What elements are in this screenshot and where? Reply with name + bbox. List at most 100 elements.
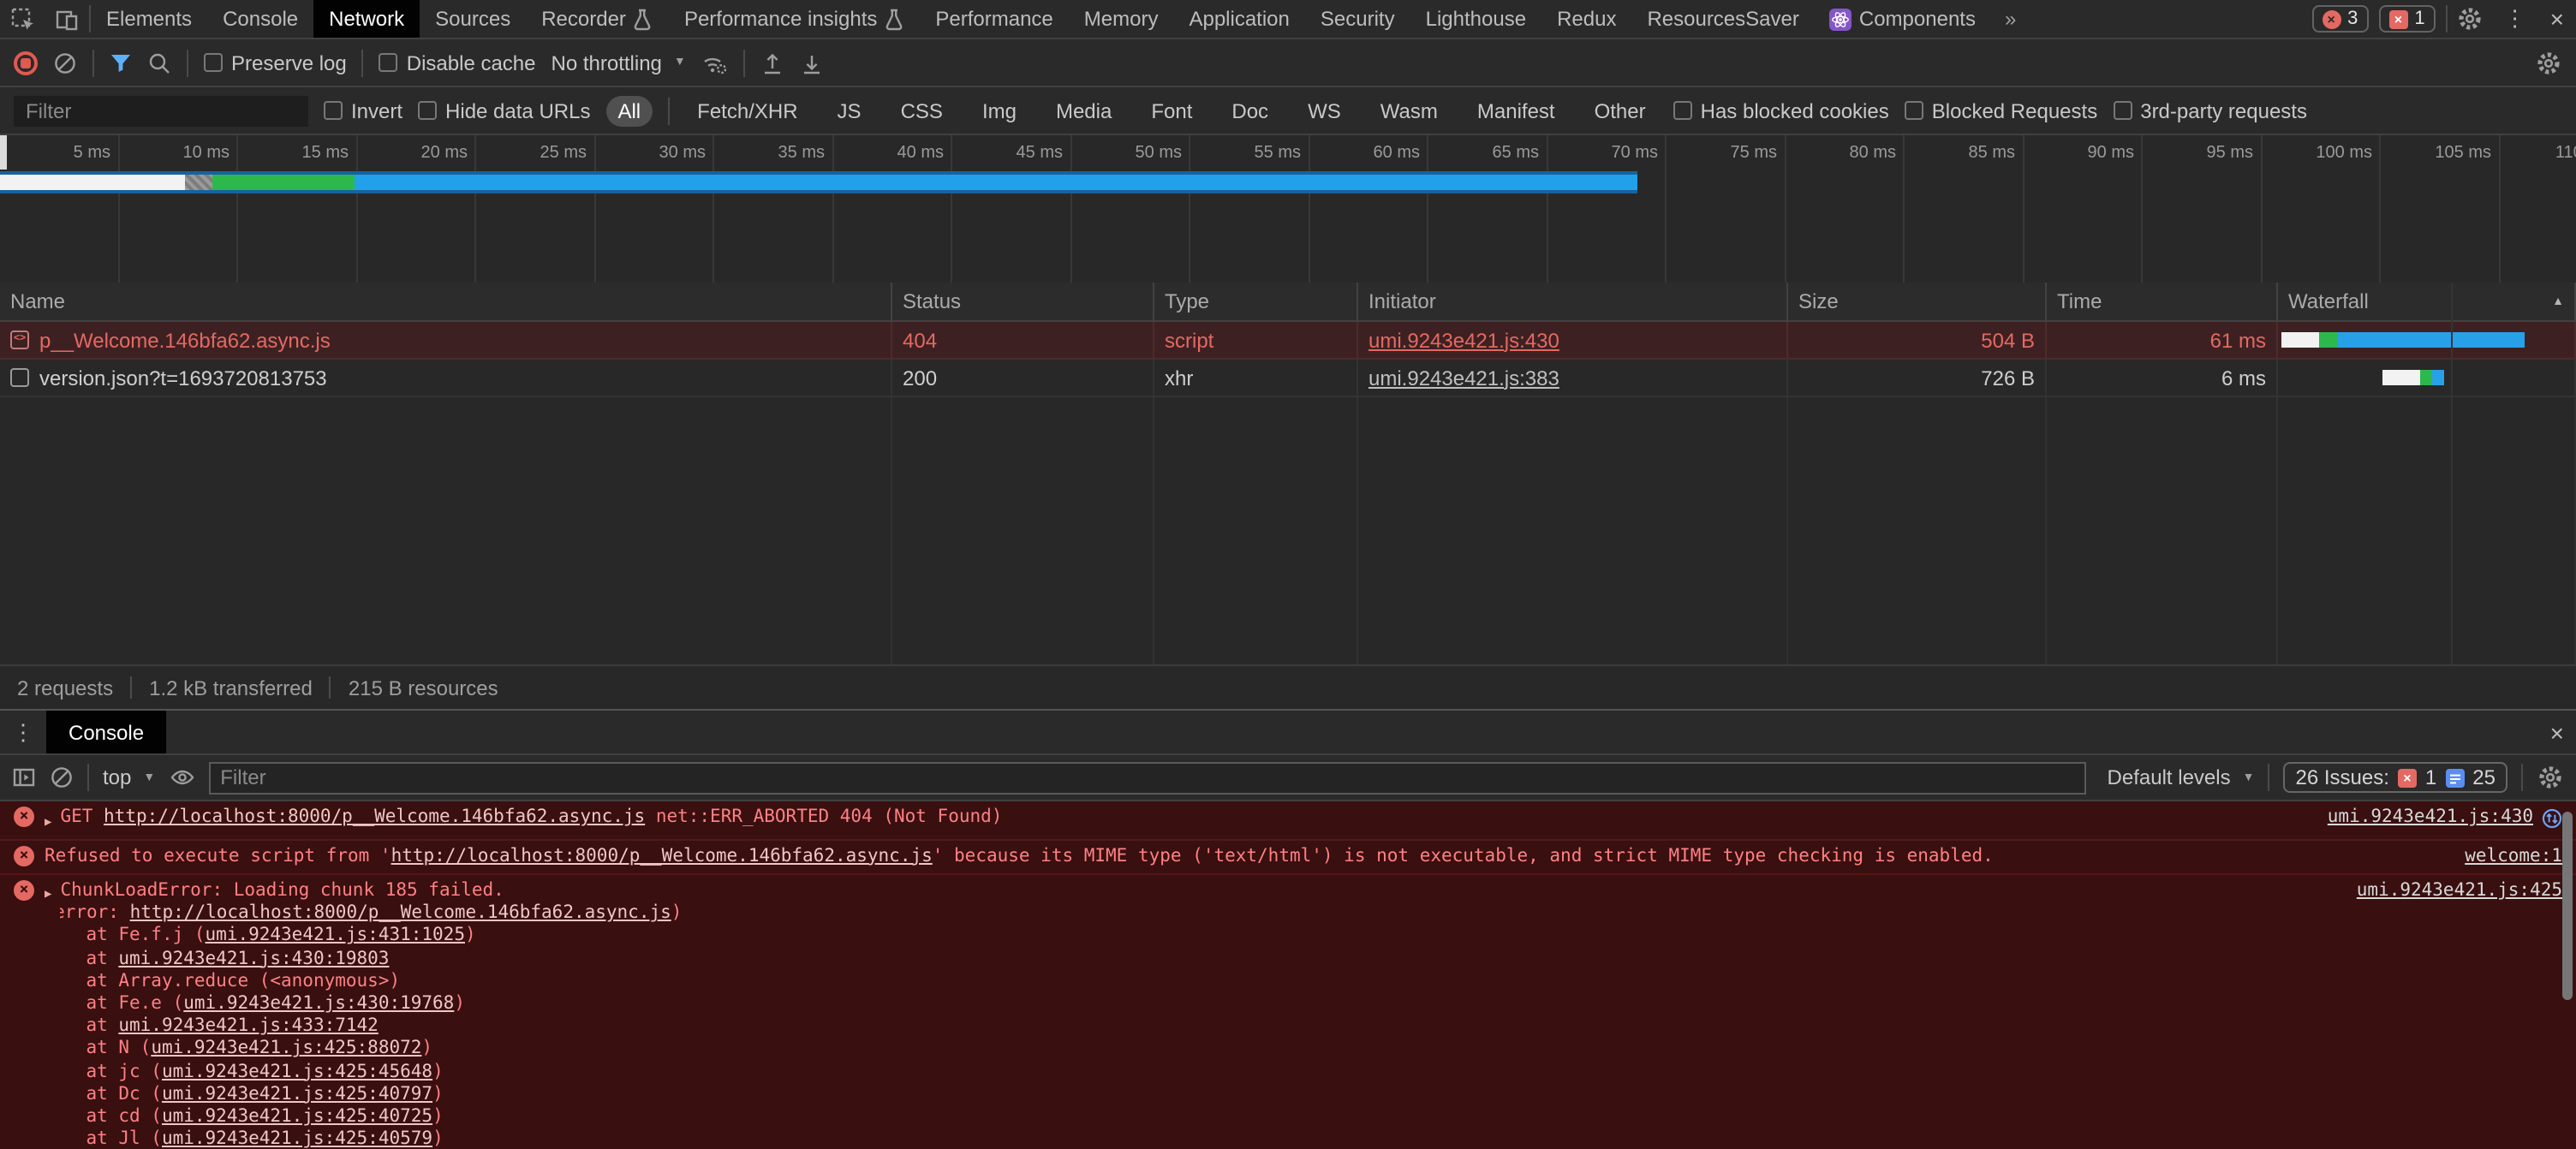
tab-memory[interactable]: Memory bbox=[1069, 0, 1174, 38]
issues-summary-button[interactable]: 26 Issues: × 1 25 bbox=[2283, 762, 2507, 793]
filter-type-all[interactable]: All bbox=[605, 95, 653, 126]
tab-network[interactable]: Network bbox=[313, 0, 420, 38]
column-header-time[interactable]: Time bbox=[2047, 283, 2278, 322]
stack-frame-link[interactable]: umi.9243e421.js:425:88072 bbox=[151, 1039, 421, 1059]
filter-type-ws[interactable]: WS bbox=[1296, 95, 1353, 126]
request-row-time[interactable]: 61 ms bbox=[2047, 322, 2278, 360]
invert-checkbox[interactable] bbox=[324, 101, 343, 120]
scrollbar-thumb[interactable] bbox=[2562, 812, 2573, 1000]
inspect-element-icon[interactable] bbox=[0, 0, 45, 38]
tab-console[interactable]: Console bbox=[207, 0, 313, 38]
column-header-status[interactable]: Status bbox=[892, 283, 1154, 322]
hide-data-urls-checkbox[interactable] bbox=[418, 101, 438, 120]
tab-sources[interactable]: Sources bbox=[420, 0, 526, 38]
console-errors-badge[interactable]: × 3 bbox=[2311, 5, 2369, 33]
blocked-requests-checkbox[interactable] bbox=[1904, 101, 1923, 120]
column-header-size[interactable]: Size bbox=[1788, 283, 2047, 322]
record-network-log-icon[interactable] bbox=[14, 51, 38, 74]
request-row-initiator[interactable]: umi.9243e421.js:430 bbox=[1358, 322, 1788, 360]
throttling-select[interactable]: No throttling ▼ bbox=[552, 51, 686, 74]
stack-frame-link[interactable]: umi.9243e421.js:425:40797 bbox=[162, 1083, 432, 1104]
filter-type-media[interactable]: Media bbox=[1044, 95, 1124, 126]
request-row-waterfall[interactable] bbox=[2278, 360, 2576, 397]
console-settings-gear-icon[interactable] bbox=[2537, 764, 2564, 791]
close-devtools-icon[interactable]: × bbox=[2538, 0, 2576, 38]
tab-application[interactable]: Application bbox=[1173, 0, 1304, 38]
expand-caret-icon[interactable]: ▶ bbox=[45, 811, 51, 833]
tab-performance[interactable]: Performance bbox=[920, 0, 1068, 38]
tab-security[interactable]: Security bbox=[1305, 0, 1410, 38]
filter-type-doc[interactable]: Doc bbox=[1219, 95, 1280, 126]
preserve-log-checkbox[interactable] bbox=[204, 53, 223, 72]
settings-gear-icon[interactable] bbox=[2448, 0, 2492, 38]
tab-performance-insights[interactable]: Performance insights bbox=[669, 0, 920, 38]
request-row-name[interactable]: <> p__Welcome.146bfa62.async.js bbox=[0, 322, 892, 360]
stack-frame-link[interactable]: umi.9243e421.js:430:19803 bbox=[118, 948, 389, 968]
has-blocked-cookies-checkbox[interactable] bbox=[1673, 101, 1692, 120]
device-toolbar-icon[interactable] bbox=[45, 0, 89, 38]
clear-console-icon[interactable] bbox=[50, 765, 74, 789]
expand-caret-icon[interactable]: ▶ bbox=[45, 884, 51, 907]
request-url-link[interactable]: http://localhost:8000/p__Welcome.146bfa6… bbox=[130, 902, 671, 923]
filter-type-font[interactable]: Font bbox=[1139, 95, 1204, 126]
request-row-waterfall[interactable] bbox=[2278, 322, 2576, 360]
tab-recorder[interactable]: Recorder bbox=[526, 0, 669, 38]
stack-frame-link[interactable]: umi.9243e421.js:425:40725 bbox=[162, 1106, 432, 1127]
import-har-icon[interactable] bbox=[761, 51, 785, 74]
stack-frame-link[interactable]: umi.9243e421.js:433:7142 bbox=[118, 1015, 378, 1036]
kebab-menu-icon[interactable]: ⋮ bbox=[2492, 0, 2538, 38]
third-party-requests-checkbox[interactable] bbox=[2113, 101, 2132, 120]
disable-cache-checkbox[interactable] bbox=[379, 53, 398, 72]
stack-frame-link[interactable]: umi.9243e421.js:431:1025 bbox=[206, 926, 465, 946]
tab-elements[interactable]: Elements bbox=[91, 0, 207, 38]
column-header-name[interactable]: Name bbox=[0, 283, 892, 322]
filter-funnel-icon[interactable] bbox=[110, 52, 132, 73]
overview-band[interactable] bbox=[0, 171, 1637, 193]
filter-type-other[interactable]: Other bbox=[1583, 95, 1658, 126]
source-location-link[interactable]: welcome:1 bbox=[2465, 845, 2562, 867]
export-har-icon[interactable] bbox=[801, 51, 825, 74]
request-row-time[interactable]: 6 ms bbox=[2047, 360, 2278, 397]
request-row-initiator[interactable]: umi.9243e421.js:383 bbox=[1358, 360, 1788, 397]
filter-type-js[interactable]: JS bbox=[826, 95, 874, 126]
overview-left-handle[interactable] bbox=[0, 135, 7, 170]
source-location-link[interactable]: umi.9243e421.js:425 bbox=[2357, 880, 2562, 902]
network-conditions-icon[interactable] bbox=[701, 51, 729, 74]
filter-type-wasm[interactable]: Wasm bbox=[1368, 95, 1450, 126]
network-overview-timeline[interactable]: 5 ms 10 ms 15 ms 20 ms 25 ms 30 ms 35 ms 40 ms 4… bbox=[0, 135, 2576, 283]
eye-icon[interactable] bbox=[169, 767, 194, 788]
column-header-type[interactable]: Type bbox=[1154, 283, 1358, 322]
source-location-link[interactable]: umi.9243e421.js:430 bbox=[2328, 807, 2533, 829]
stack-frame-link[interactable]: umi.9243e421.js:425:45648 bbox=[162, 1061, 432, 1081]
context-selector[interactable]: top ▼ bbox=[103, 765, 155, 789]
clear-network-log-icon[interactable] bbox=[53, 51, 77, 74]
more-tabs-button[interactable]: » bbox=[1991, 0, 2030, 38]
tab-components[interactable]: Components bbox=[1815, 0, 1991, 38]
column-header-waterfall[interactable]: Waterfall ▲ bbox=[2278, 283, 2576, 322]
filter-type-css[interactable]: CSS bbox=[889, 95, 955, 126]
close-drawer-icon[interactable]: × bbox=[2538, 711, 2576, 753]
console-sidebar-toggle-icon[interactable] bbox=[12, 765, 36, 789]
tab-resourcessaver[interactable]: ResourcesSaver bbox=[1631, 0, 1814, 38]
stack-frame-link[interactable]: umi.9243e421.js:430:19768 bbox=[183, 993, 454, 1014]
search-icon[interactable] bbox=[147, 51, 171, 74]
request-row-size[interactable]: 726 B bbox=[1788, 360, 2047, 397]
tab-redux[interactable]: Redux bbox=[1541, 0, 1631, 38]
request-row-size[interactable]: 504 B bbox=[1788, 322, 2047, 360]
drawer-kebab-menu-icon[interactable]: ⋮ bbox=[0, 711, 46, 753]
drawer-tab-console[interactable]: Console bbox=[46, 711, 167, 753]
filter-type-fetch-xhr[interactable]: Fetch/XHR bbox=[685, 95, 809, 126]
request-row-status[interactable]: 200 bbox=[892, 360, 1154, 397]
issues-count-badge[interactable]: × 1 bbox=[2378, 5, 2436, 33]
request-row-name[interactable]: version.json?t=1693720813753 bbox=[0, 360, 892, 397]
request-row-type[interactable]: script bbox=[1154, 322, 1358, 360]
network-settings-gear-icon[interactable] bbox=[2535, 49, 2562, 76]
column-header-initiator[interactable]: Initiator bbox=[1358, 283, 1788, 322]
filter-type-manifest[interactable]: Manifest bbox=[1465, 95, 1567, 126]
tab-lighthouse[interactable]: Lighthouse bbox=[1410, 0, 1541, 38]
network-request-icon[interactable] bbox=[2542, 808, 2562, 829]
console-filter-input[interactable] bbox=[208, 761, 2087, 794]
network-filter-input[interactable] bbox=[14, 95, 308, 126]
stack-frame-link[interactable]: umi.9243e421.js:425:40579 bbox=[162, 1128, 432, 1149]
request-row-status[interactable]: 404 bbox=[892, 322, 1154, 360]
